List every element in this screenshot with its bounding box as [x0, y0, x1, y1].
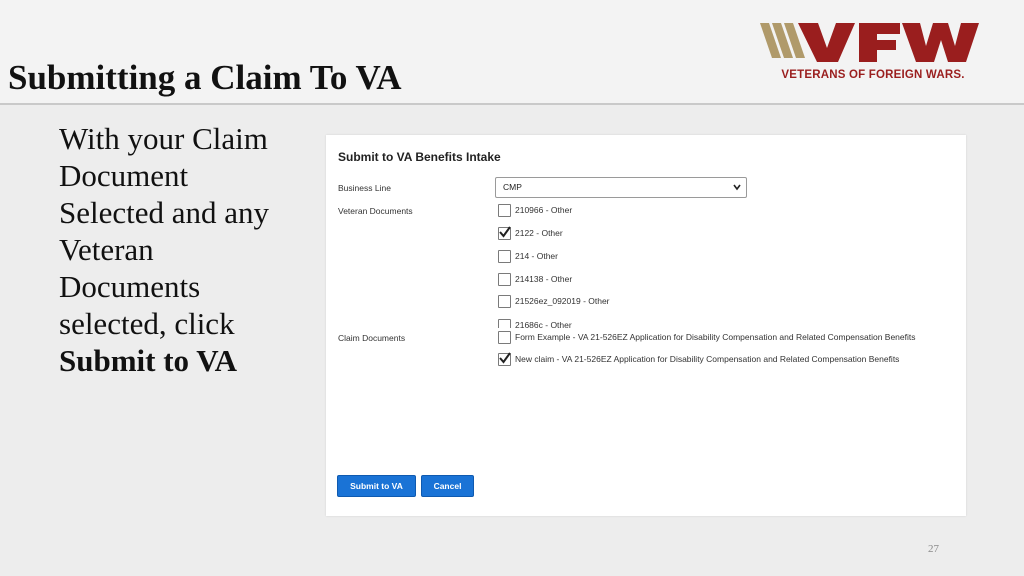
claim-documents-label: Claim Documents	[338, 333, 406, 343]
instruction-line: Selected and any	[59, 195, 270, 230]
checkbox[interactable]	[498, 295, 511, 308]
business-line-label: Business Line	[338, 183, 391, 193]
veteran-docs-scroll-clip: 21686c - Other	[498, 319, 798, 328]
instruction-line: Veteran	[59, 232, 154, 267]
veteran-documents-label: Veteran Documents	[338, 206, 413, 216]
checkbox-checked[interactable]	[498, 226, 511, 240]
chevron-down-icon	[733, 184, 741, 191]
checkbox[interactable]	[498, 204, 511, 217]
veteran-doc-label: 214138 - Other	[515, 274, 573, 284]
instruction-emphasis: Submit to VA	[59, 343, 238, 378]
business-line-select[interactable]: CMP	[495, 177, 747, 198]
business-line-value: CMP	[503, 182, 522, 192]
instruction-text: With your Claim Document Selected and an…	[59, 120, 319, 379]
vfw-logo: VETERANS OF FOREIGN WARS.	[760, 20, 986, 86]
checkbox[interactable]	[498, 319, 511, 328]
form-title: Submit to VA Benefits Intake	[338, 150, 501, 164]
checkbox-checked[interactable]	[498, 352, 511, 366]
slide-title: Submitting a Claim To VA	[8, 58, 402, 97]
checkbox[interactable]	[498, 331, 511, 344]
veteran-doc-label: 214 - Other	[515, 251, 558, 261]
checkmark-icon	[499, 352, 511, 364]
logo-tagline: VETERANS OF FOREIGN WARS.	[781, 69, 965, 81]
submit-to-va-button[interactable]: Submit to VA	[337, 475, 416, 497]
instruction-line: Document	[59, 158, 189, 193]
checkbox[interactable]	[498, 273, 511, 286]
instruction-line: Documents	[59, 269, 201, 304]
instruction-line: selected, click	[59, 306, 235, 341]
veteran-doc-label: 21686c - Other	[515, 320, 572, 328]
veteran-doc-label: 21526ez_092019 - Other	[515, 296, 610, 306]
veteran-doc-label: 210966 - Other	[515, 205, 573, 215]
veteran-doc-label: 2122 - Other	[515, 228, 563, 238]
instruction-line: With your Claim	[59, 121, 268, 156]
checkbox[interactable]	[498, 250, 511, 263]
submit-form-panel: Submit to VA Benefits Intake Business Li…	[326, 135, 966, 516]
claim-doc-label: New claim - VA 21-526EZ Application for …	[515, 354, 900, 364]
title-divider	[0, 103, 1024, 105]
page-number: 27	[928, 543, 939, 555]
cancel-button[interactable]: Cancel	[421, 475, 474, 497]
claim-doc-label: Form Example - VA 21-526EZ Application f…	[515, 332, 916, 342]
checkmark-icon	[499, 226, 511, 238]
